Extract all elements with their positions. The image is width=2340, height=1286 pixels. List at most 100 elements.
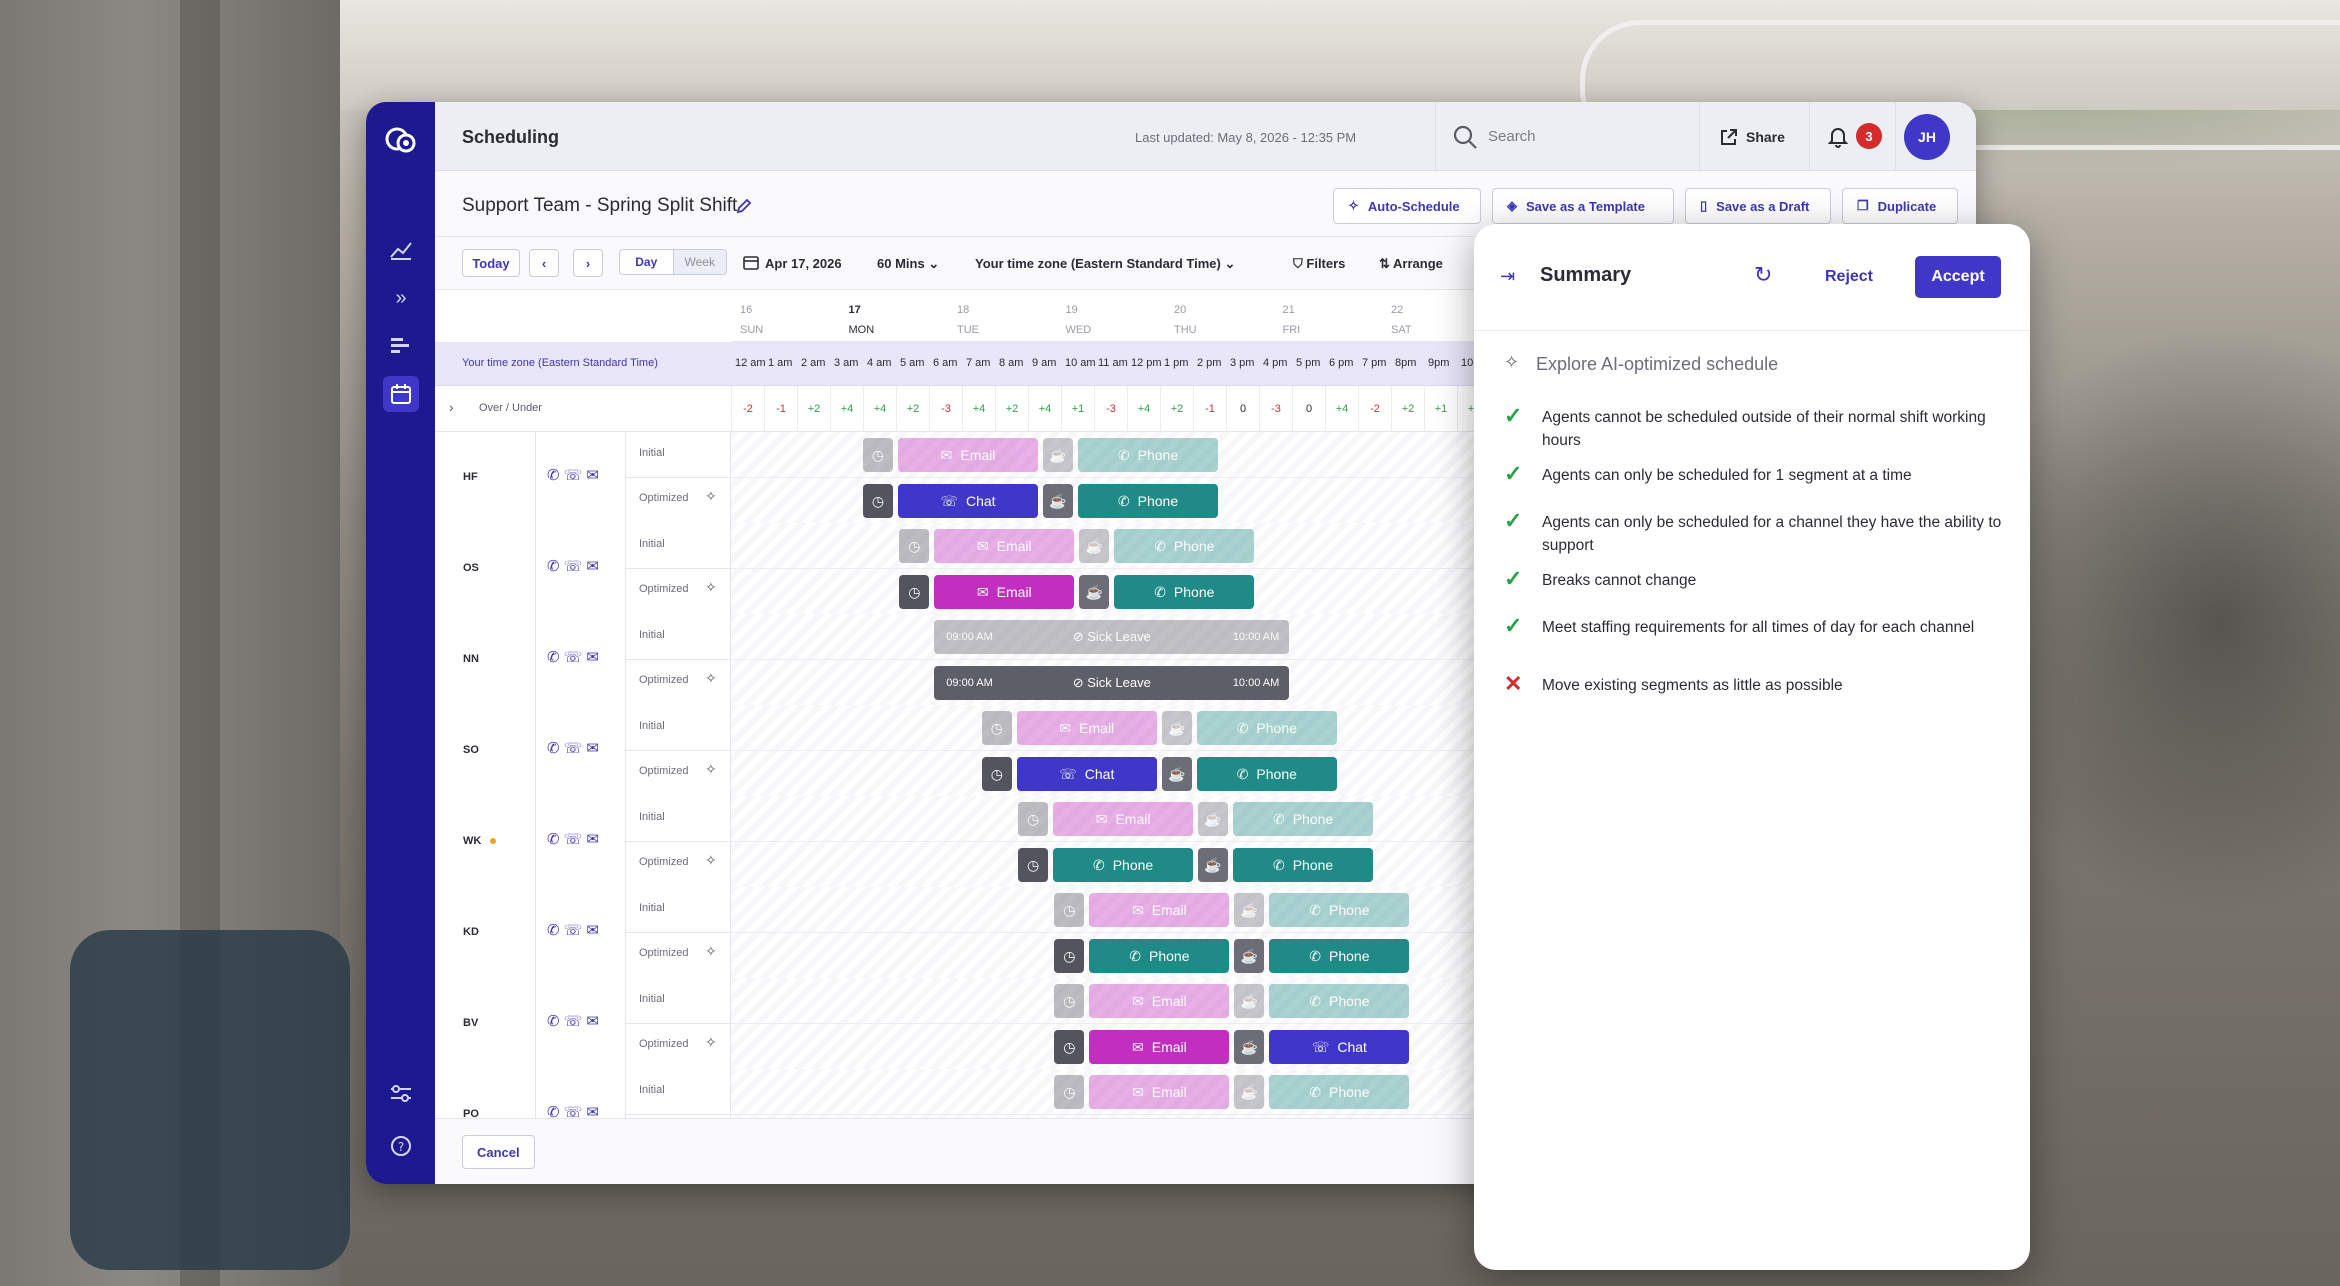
email-segment[interactable]: ✉ Email <box>898 438 1038 472</box>
wand-icon[interactable]: ✧ <box>705 761 717 778</box>
clock-icon[interactable]: ◷ <box>1054 939 1085 973</box>
phone-segment[interactable]: ✆ Phone <box>1114 529 1255 563</box>
day-column-sat[interactable]: 22 SAT <box>1391 300 1461 340</box>
cup-icon[interactable]: ☕ <box>1161 711 1192 745</box>
gantt-icon[interactable] <box>383 328 419 364</box>
wand-icon[interactable]: ✧ <box>705 943 717 960</box>
phone-segment[interactable]: ✆ Phone <box>1196 711 1337 745</box>
filters-button[interactable]: ⛉ Filters <box>1293 256 1345 272</box>
phone-segment[interactable]: ✆ Phone <box>1114 575 1255 609</box>
day-column-sun[interactable]: 16 SUN <box>740 300 810 340</box>
save-template-button[interactable]: ◈ Save as a Template <box>1492 188 1674 224</box>
cup-icon[interactable]: ☕ <box>1043 438 1073 472</box>
search-box[interactable]: Search <box>1435 102 1700 171</box>
phone-segment[interactable]: ✆ Phone <box>1269 893 1410 927</box>
wand-icon[interactable]: ✧ <box>705 488 717 505</box>
sick-leave-block[interactable]: 09:00 AM ⊘ Sick Leave 10:00 AM <box>934 666 1290 700</box>
save-draft-button[interactable]: ▯ Save as a Draft <box>1685 188 1831 224</box>
chat-segment[interactable]: ☏ Chat <box>898 484 1038 518</box>
cup-icon[interactable]: ☕ <box>1234 1075 1265 1109</box>
clock-icon[interactable]: ◷ <box>863 484 893 518</box>
explore-optimized-row[interactable]: ✧ Explore AI-optimized schedule <box>1504 342 2004 382</box>
wand-icon[interactable]: ✧ <box>705 1034 717 1051</box>
day-column-thu[interactable]: 20 THU <box>1174 300 1244 340</box>
email-segment[interactable]: ✉ Email <box>1089 984 1230 1018</box>
clock-icon[interactable]: ◷ <box>863 438 893 472</box>
share-button[interactable]: Share <box>1700 102 1810 171</box>
email-segment[interactable]: ✉ Email <box>1089 893 1230 927</box>
clock-icon[interactable]: ◷ <box>1054 1030 1085 1064</box>
phone-segment[interactable]: ✆ Phone <box>1196 757 1337 791</box>
clock-icon[interactable]: ◷ <box>1054 1075 1085 1109</box>
cup-icon[interactable]: ☕ <box>1198 802 1229 836</box>
day-column-fri[interactable]: 21 FRI <box>1283 300 1353 340</box>
clock-icon[interactable]: ◷ <box>981 711 1012 745</box>
chat-segment[interactable]: ☏ Chat <box>1269 1030 1410 1064</box>
email-segment[interactable]: ✉ Email <box>1089 1075 1230 1109</box>
email-segment[interactable]: ✉ Email <box>1053 802 1194 836</box>
email-segment[interactable]: ✉ Email <box>1089 1030 1230 1064</box>
interval-select[interactable]: 60 Mins ⌄ <box>877 256 939 272</box>
cancel-button[interactable]: Cancel <box>462 1135 535 1169</box>
cup-icon[interactable]: ☕ <box>1161 757 1192 791</box>
day-view-button[interactable]: Day <box>620 250 674 274</box>
day-column-mon[interactable]: 17 MON <box>849 300 919 340</box>
cup-icon[interactable]: ☕ <box>1234 939 1265 973</box>
clock-icon[interactable]: ◷ <box>899 575 930 609</box>
reject-button[interactable]: Reject <box>1814 256 1884 298</box>
cup-icon[interactable]: ☕ <box>1234 1030 1265 1064</box>
view-toggle[interactable]: Day Week <box>619 249 727 275</box>
clock-icon[interactable]: ◷ <box>981 757 1012 791</box>
today-button[interactable]: Today <box>462 249 520 277</box>
edit-pencil-icon[interactable] <box>735 197 753 215</box>
arrange-button[interactable]: ⇅ Arrange <box>1379 256 1443 272</box>
chat-segment[interactable]: ☏ Chat <box>1016 757 1157 791</box>
cup-icon[interactable]: ☕ <box>1079 575 1110 609</box>
wand-icon[interactable]: ✧ <box>705 852 717 869</box>
day-column-tue[interactable]: 18 TUE <box>957 300 1027 340</box>
wand-icon[interactable]: ✧ <box>705 579 717 596</box>
timezone-select[interactable]: Your time zone (Eastern Standard Time) ⌄ <box>975 256 1235 272</box>
phone-segment[interactable]: ✆ Phone <box>1078 438 1218 472</box>
phone-segment[interactable]: ✆ Phone <box>1053 848 1194 882</box>
email-segment[interactable]: ✉ Email <box>934 575 1075 609</box>
cup-icon[interactable]: ☕ <box>1198 848 1229 882</box>
expand-icon[interactable]: » <box>383 280 419 316</box>
phone-segment[interactable]: ✆ Phone <box>1233 802 1374 836</box>
phone-segment[interactable]: ✆ Phone <box>1089 939 1230 973</box>
week-view-button[interactable]: Week <box>674 250 727 274</box>
help-icon[interactable]: ? <box>383 1128 419 1164</box>
email-segment[interactable]: ✉ Email <box>934 529 1075 563</box>
clock-icon[interactable]: ◷ <box>1054 893 1085 927</box>
clock-icon[interactable]: ◷ <box>899 529 930 563</box>
cup-icon[interactable]: ☕ <box>1234 984 1265 1018</box>
cup-icon[interactable]: ☕ <box>1234 893 1265 927</box>
auto-schedule-button[interactable]: ✧ Auto-Schedule <box>1333 188 1481 224</box>
cup-icon[interactable]: ☕ <box>1043 484 1073 518</box>
date-picker[interactable]: Apr 17, 2026 <box>765 256 842 271</box>
clock-icon[interactable]: ◷ <box>1018 848 1049 882</box>
analytics-icon[interactable] <box>383 232 419 268</box>
sliders-icon[interactable] <box>383 1076 419 1112</box>
clock-icon[interactable]: ◷ <box>1054 984 1085 1018</box>
calendar-icon[interactable] <box>383 376 419 412</box>
phone-segment[interactable]: ✆ Phone <box>1269 939 1410 973</box>
notifications-button[interactable]: 3 <box>1810 102 1896 171</box>
chevron-right-icon[interactable]: › <box>449 399 454 415</box>
clock-icon[interactable]: ◷ <box>1018 802 1049 836</box>
day-column-wed[interactable]: 19 WED <box>1066 300 1136 340</box>
avatar[interactable]: JH <box>1904 114 1950 160</box>
next-button[interactable]: › <box>573 249 603 277</box>
duplicate-button[interactable]: ❐ Duplicate <box>1842 188 1958 224</box>
undo-icon[interactable]: ↻ <box>1754 262 1772 288</box>
phone-segment[interactable]: ✆ Phone <box>1269 1075 1410 1109</box>
phone-segment[interactable]: ✆ Phone <box>1269 984 1410 1018</box>
collapse-panel-icon[interactable]: ⇥ <box>1500 266 1515 287</box>
email-segment[interactable]: ✉ Email <box>1016 711 1157 745</box>
sick-leave-block[interactable]: 09:00 AM ⊘ Sick Leave 10:00 AM <box>934 620 1290 654</box>
phone-segment[interactable]: ✆ Phone <box>1078 484 1218 518</box>
search-input[interactable]: Search <box>1488 128 1536 145</box>
prev-button[interactable]: ‹ <box>529 249 559 277</box>
phone-segment[interactable]: ✆ Phone <box>1233 848 1374 882</box>
cup-icon[interactable]: ☕ <box>1079 529 1110 563</box>
